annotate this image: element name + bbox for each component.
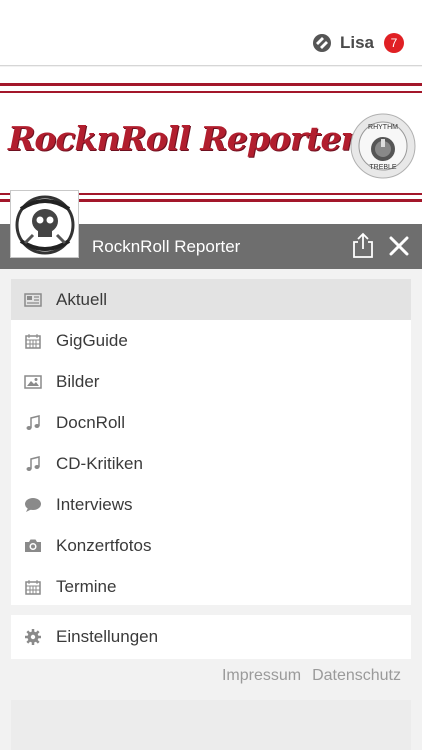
camera-icon xyxy=(24,537,42,555)
menu-item-einstellungen[interactable]: Einstellungen xyxy=(11,615,411,659)
menu-item-cd-kritiken[interactable]: CD-Kritiken xyxy=(11,443,411,484)
menu-item-label: Interviews xyxy=(56,494,133,514)
menu-item-konzertfotos[interactable]: Konzertfotos xyxy=(11,525,411,566)
knob-bottom-text: TREBLE xyxy=(369,164,397,171)
user-account[interactable]: Lisa 7 xyxy=(312,33,404,53)
menu-item-gigguide[interactable]: GigGuide xyxy=(11,320,411,361)
calendar-icon xyxy=(24,578,42,596)
menu-item-label: Bilder xyxy=(56,371,100,391)
menu-item-label: Termine xyxy=(56,576,117,596)
footer-links: Impressum Datenschutz xyxy=(211,667,401,685)
banner-stripe xyxy=(0,91,422,93)
menu-item-docnroll[interactable]: DocnRoll xyxy=(11,402,411,443)
menu-item-label: Aktuell xyxy=(56,289,108,309)
notification-badge[interactable]: 7 xyxy=(384,33,404,53)
menu-item-interviews[interactable]: Interviews xyxy=(11,484,411,525)
bottom-panel xyxy=(11,700,411,750)
settings-label: Einstellungen xyxy=(56,627,159,646)
image-icon xyxy=(24,373,42,391)
user-name: Lisa xyxy=(339,33,374,52)
menu-item-termine[interactable]: Termine xyxy=(11,566,411,607)
menu-item-bilder[interactable]: Bilder xyxy=(11,361,411,402)
music-note-icon xyxy=(24,455,42,473)
banner-title: RocknRoll Reporter xyxy=(8,119,358,158)
nav-menu: Aktuell GigGuide Bilder DocnRoll CD-Krit… xyxy=(11,279,411,605)
top-bar: Lisa 7 xyxy=(0,0,422,66)
app-title: RocknRoll Reporter xyxy=(92,237,241,256)
menu-item-label: DocnRoll xyxy=(56,412,125,432)
banner-stripe xyxy=(0,83,422,86)
menu-item-label: CD-Kritiken xyxy=(56,453,143,473)
gear-icon xyxy=(24,628,42,646)
close-icon[interactable] xyxy=(388,235,410,257)
menu-item-label: Konzertfotos xyxy=(56,535,152,555)
impressum-link[interactable]: Impressum xyxy=(222,667,301,685)
speech-bubble-icon xyxy=(24,496,42,514)
platform-logo-icon xyxy=(312,34,331,52)
skull-logo-icon xyxy=(11,191,78,257)
calendar-icon xyxy=(24,332,42,350)
music-note-icon xyxy=(24,414,42,432)
knob-top-text: RHYTHM xyxy=(368,124,398,131)
volume-knob-icon: RHYTHM TREBLE xyxy=(350,113,416,179)
app-logo xyxy=(10,190,79,258)
datenschutz-link[interactable]: Datenschutz xyxy=(312,667,401,685)
share-icon[interactable] xyxy=(352,232,374,258)
newspaper-icon xyxy=(24,291,42,309)
menu-item-aktuell[interactable]: Aktuell xyxy=(11,279,411,320)
menu-item-label: GigGuide xyxy=(56,330,128,350)
